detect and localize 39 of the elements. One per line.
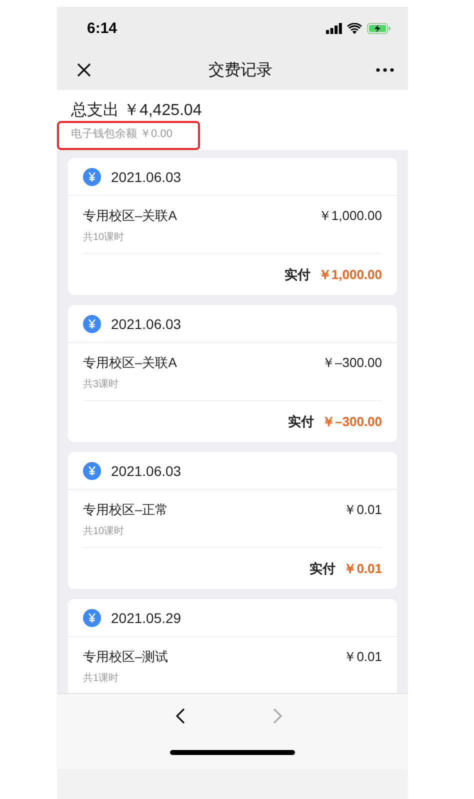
yen-icon [83, 462, 101, 480]
lesson-count: 共1课时 [83, 672, 120, 685]
record-date: 2021.06.03 [111, 462, 182, 478]
yen-icon [83, 168, 101, 186]
course-name: 专用校区–关联A [83, 354, 177, 372]
course-price: ￥–300.00 [322, 354, 382, 372]
course-name: 专用校区–测试 [83, 648, 168, 666]
lesson-count: 共10课时 [83, 230, 126, 244]
record-date: 2021.06.03 [111, 168, 182, 184]
page-title: 交费记录 [208, 60, 272, 80]
paid-amount: ￥1,000.00 [318, 266, 382, 284]
record-date: 2021.05.29 [111, 610, 182, 626]
wifi-icon [347, 23, 362, 34]
course-price: ￥1,000.00 [318, 207, 382, 225]
record-card[interactable]: 2021.05.29 专用校区–测试 ￥0.01 共1课时 [68, 599, 397, 693]
paid-label: 实付 [284, 266, 310, 284]
status-time: 6:14 [87, 20, 118, 37]
close-icon[interactable] [77, 63, 91, 77]
paid-amount: ￥0.01 [344, 560, 382, 578]
paid-label: 实付 [288, 412, 314, 430]
course-price: ￥0.01 [344, 648, 382, 666]
paid-label: 实付 [310, 560, 336, 578]
more-icon[interactable] [376, 68, 394, 72]
record-card[interactable]: 2021.06.03 专用校区–关联A ￥–300.00 共3课时 实付 ￥–300.00 [68, 305, 397, 442]
record-card[interactable]: 2021.06.03 专用校区–关联A ￥1,000.00 共10课时 实付 ￥1,000.00 [68, 158, 397, 295]
record-card[interactable]: 2021.06.03 专用校区–正常 ￥0.01 共10课时 实付 ￥0.01 [68, 452, 397, 589]
paid-amount: ￥–300.00 [322, 412, 382, 430]
total-expense: 总支出 ￥4,425.04 [71, 102, 202, 120]
wallet-balance: 电子钱包余额 ￥0.00 [71, 126, 172, 141]
yen-icon [83, 314, 101, 332]
record-date: 2021.06.03 [111, 316, 182, 332]
course-name: 专用校区–关联A [83, 207, 177, 225]
course-name: 专用校区–正常 [83, 501, 168, 519]
signal-icon [326, 23, 342, 34]
battery-charging-icon [367, 23, 391, 34]
course-price: ￥0.01 [344, 501, 382, 519]
yen-icon [83, 608, 101, 626]
lesson-count: 共3课时 [83, 378, 120, 391]
lesson-count: 共10课时 [83, 524, 126, 538]
